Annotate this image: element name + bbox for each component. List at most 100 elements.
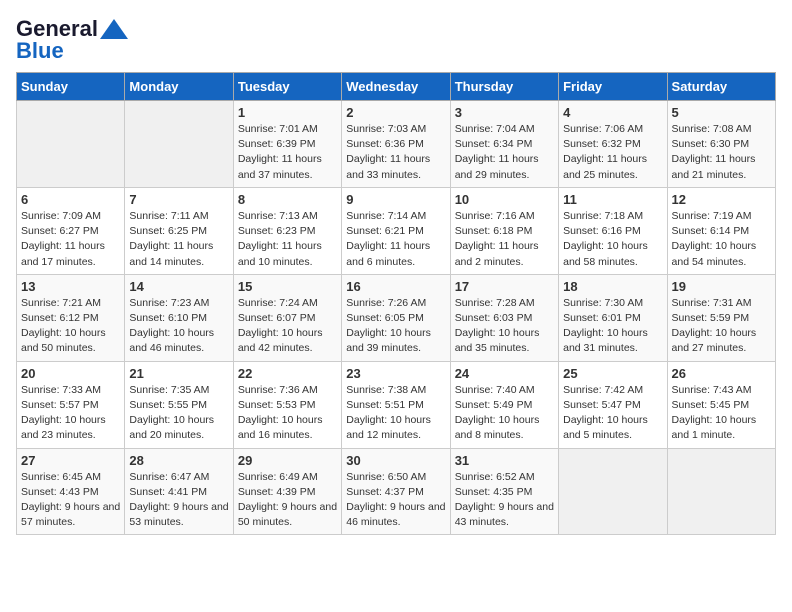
calendar-week-row: 6 Sunrise: 7:09 AMSunset: 6:27 PMDayligh… — [17, 187, 776, 274]
calendar-week-row: 27 Sunrise: 6:45 AMSunset: 4:43 PMDaylig… — [17, 448, 776, 535]
calendar-cell: 21 Sunrise: 7:35 AMSunset: 5:55 PMDaylig… — [125, 361, 233, 448]
day-info: Sunrise: 7:14 AMSunset: 6:21 PMDaylight:… — [346, 209, 445, 270]
day-number: 8 — [238, 192, 337, 207]
day-number: 3 — [455, 105, 554, 120]
calendar-table: SundayMondayTuesdayWednesdayThursdayFrid… — [16, 72, 776, 535]
day-info: Sunrise: 6:52 AMSunset: 4:35 PMDaylight:… — [455, 470, 554, 531]
logo-icon — [100, 19, 128, 39]
day-number: 24 — [455, 366, 554, 381]
calendar-cell: 27 Sunrise: 6:45 AMSunset: 4:43 PMDaylig… — [17, 448, 125, 535]
calendar-cell: 28 Sunrise: 6:47 AMSunset: 4:41 PMDaylig… — [125, 448, 233, 535]
calendar-cell: 4 Sunrise: 7:06 AMSunset: 6:32 PMDayligh… — [559, 101, 667, 188]
day-number: 17 — [455, 279, 554, 294]
calendar-cell: 30 Sunrise: 6:50 AMSunset: 4:37 PMDaylig… — [342, 448, 450, 535]
day-info: Sunrise: 7:13 AMSunset: 6:23 PMDaylight:… — [238, 209, 337, 270]
weekday-header: Monday — [125, 73, 233, 101]
day-info: Sunrise: 7:30 AMSunset: 6:01 PMDaylight:… — [563, 296, 662, 357]
day-info: Sunrise: 6:50 AMSunset: 4:37 PMDaylight:… — [346, 470, 445, 531]
calendar-cell: 31 Sunrise: 6:52 AMSunset: 4:35 PMDaylig… — [450, 448, 558, 535]
calendar-cell: 22 Sunrise: 7:36 AMSunset: 5:53 PMDaylig… — [233, 361, 341, 448]
day-info: Sunrise: 7:35 AMSunset: 5:55 PMDaylight:… — [129, 383, 228, 444]
day-number: 26 — [672, 366, 771, 381]
day-info: Sunrise: 7:31 AMSunset: 5:59 PMDaylight:… — [672, 296, 771, 357]
day-number: 13 — [21, 279, 120, 294]
day-info: Sunrise: 6:45 AMSunset: 4:43 PMDaylight:… — [21, 470, 120, 531]
calendar-cell: 8 Sunrise: 7:13 AMSunset: 6:23 PMDayligh… — [233, 187, 341, 274]
day-info: Sunrise: 7:40 AMSunset: 5:49 PMDaylight:… — [455, 383, 554, 444]
calendar-cell: 15 Sunrise: 7:24 AMSunset: 6:07 PMDaylig… — [233, 274, 341, 361]
day-number: 30 — [346, 453, 445, 468]
day-info: Sunrise: 7:09 AMSunset: 6:27 PMDaylight:… — [21, 209, 120, 270]
weekday-header-row: SundayMondayTuesdayWednesdayThursdayFrid… — [17, 73, 776, 101]
day-number: 31 — [455, 453, 554, 468]
day-number: 7 — [129, 192, 228, 207]
day-info: Sunrise: 7:16 AMSunset: 6:18 PMDaylight:… — [455, 209, 554, 270]
day-info: Sunrise: 7:04 AMSunset: 6:34 PMDaylight:… — [455, 122, 554, 183]
day-number: 29 — [238, 453, 337, 468]
day-info: Sunrise: 7:33 AMSunset: 5:57 PMDaylight:… — [21, 383, 120, 444]
day-number: 14 — [129, 279, 228, 294]
day-number: 15 — [238, 279, 337, 294]
day-info: Sunrise: 7:42 AMSunset: 5:47 PMDaylight:… — [563, 383, 662, 444]
day-info: Sunrise: 7:01 AMSunset: 6:39 PMDaylight:… — [238, 122, 337, 183]
calendar-week-row: 1 Sunrise: 7:01 AMSunset: 6:39 PMDayligh… — [17, 101, 776, 188]
weekday-header: Friday — [559, 73, 667, 101]
day-number: 21 — [129, 366, 228, 381]
day-info: Sunrise: 7:06 AMSunset: 6:32 PMDaylight:… — [563, 122, 662, 183]
calendar-cell: 25 Sunrise: 7:42 AMSunset: 5:47 PMDaylig… — [559, 361, 667, 448]
day-info: Sunrise: 7:21 AMSunset: 6:12 PMDaylight:… — [21, 296, 120, 357]
calendar-cell: 19 Sunrise: 7:31 AMSunset: 5:59 PMDaylig… — [667, 274, 775, 361]
day-number: 27 — [21, 453, 120, 468]
day-info: Sunrise: 7:38 AMSunset: 5:51 PMDaylight:… — [346, 383, 445, 444]
day-number: 10 — [455, 192, 554, 207]
calendar-cell: 17 Sunrise: 7:28 AMSunset: 6:03 PMDaylig… — [450, 274, 558, 361]
page-header: General Blue — [16, 16, 776, 64]
calendar-cell: 1 Sunrise: 7:01 AMSunset: 6:39 PMDayligh… — [233, 101, 341, 188]
calendar-cell — [667, 448, 775, 535]
calendar-cell: 20 Sunrise: 7:33 AMSunset: 5:57 PMDaylig… — [17, 361, 125, 448]
calendar-cell: 14 Sunrise: 7:23 AMSunset: 6:10 PMDaylig… — [125, 274, 233, 361]
day-number: 23 — [346, 366, 445, 381]
day-info: Sunrise: 7:43 AMSunset: 5:45 PMDaylight:… — [672, 383, 771, 444]
day-info: Sunrise: 7:03 AMSunset: 6:36 PMDaylight:… — [346, 122, 445, 183]
calendar-cell: 13 Sunrise: 7:21 AMSunset: 6:12 PMDaylig… — [17, 274, 125, 361]
day-number: 19 — [672, 279, 771, 294]
calendar-cell: 6 Sunrise: 7:09 AMSunset: 6:27 PMDayligh… — [17, 187, 125, 274]
day-number: 2 — [346, 105, 445, 120]
calendar-cell — [125, 101, 233, 188]
day-info: Sunrise: 7:19 AMSunset: 6:14 PMDaylight:… — [672, 209, 771, 270]
day-info: Sunrise: 7:08 AMSunset: 6:30 PMDaylight:… — [672, 122, 771, 183]
calendar-cell: 10 Sunrise: 7:16 AMSunset: 6:18 PMDaylig… — [450, 187, 558, 274]
weekday-header: Tuesday — [233, 73, 341, 101]
day-number: 6 — [21, 192, 120, 207]
weekday-header: Sunday — [17, 73, 125, 101]
calendar-cell: 24 Sunrise: 7:40 AMSunset: 5:49 PMDaylig… — [450, 361, 558, 448]
day-number: 18 — [563, 279, 662, 294]
day-info: Sunrise: 7:24 AMSunset: 6:07 PMDaylight:… — [238, 296, 337, 357]
weekday-header: Thursday — [450, 73, 558, 101]
weekday-header: Wednesday — [342, 73, 450, 101]
day-number: 28 — [129, 453, 228, 468]
calendar-cell — [559, 448, 667, 535]
day-number: 16 — [346, 279, 445, 294]
logo: General Blue — [16, 16, 128, 64]
logo-blue: Blue — [16, 38, 64, 64]
calendar-cell: 23 Sunrise: 7:38 AMSunset: 5:51 PMDaylig… — [342, 361, 450, 448]
day-info: Sunrise: 6:47 AMSunset: 4:41 PMDaylight:… — [129, 470, 228, 531]
day-number: 9 — [346, 192, 445, 207]
day-info: Sunrise: 7:28 AMSunset: 6:03 PMDaylight:… — [455, 296, 554, 357]
calendar-week-row: 13 Sunrise: 7:21 AMSunset: 6:12 PMDaylig… — [17, 274, 776, 361]
calendar-cell: 18 Sunrise: 7:30 AMSunset: 6:01 PMDaylig… — [559, 274, 667, 361]
calendar-week-row: 20 Sunrise: 7:33 AMSunset: 5:57 PMDaylig… — [17, 361, 776, 448]
day-number: 20 — [21, 366, 120, 381]
day-number: 22 — [238, 366, 337, 381]
weekday-header: Saturday — [667, 73, 775, 101]
day-info: Sunrise: 7:36 AMSunset: 5:53 PMDaylight:… — [238, 383, 337, 444]
day-number: 4 — [563, 105, 662, 120]
calendar-cell: 3 Sunrise: 7:04 AMSunset: 6:34 PMDayligh… — [450, 101, 558, 188]
calendar-cell: 26 Sunrise: 7:43 AMSunset: 5:45 PMDaylig… — [667, 361, 775, 448]
calendar-cell: 7 Sunrise: 7:11 AMSunset: 6:25 PMDayligh… — [125, 187, 233, 274]
day-number: 5 — [672, 105, 771, 120]
day-info: Sunrise: 7:26 AMSunset: 6:05 PMDaylight:… — [346, 296, 445, 357]
day-number: 1 — [238, 105, 337, 120]
